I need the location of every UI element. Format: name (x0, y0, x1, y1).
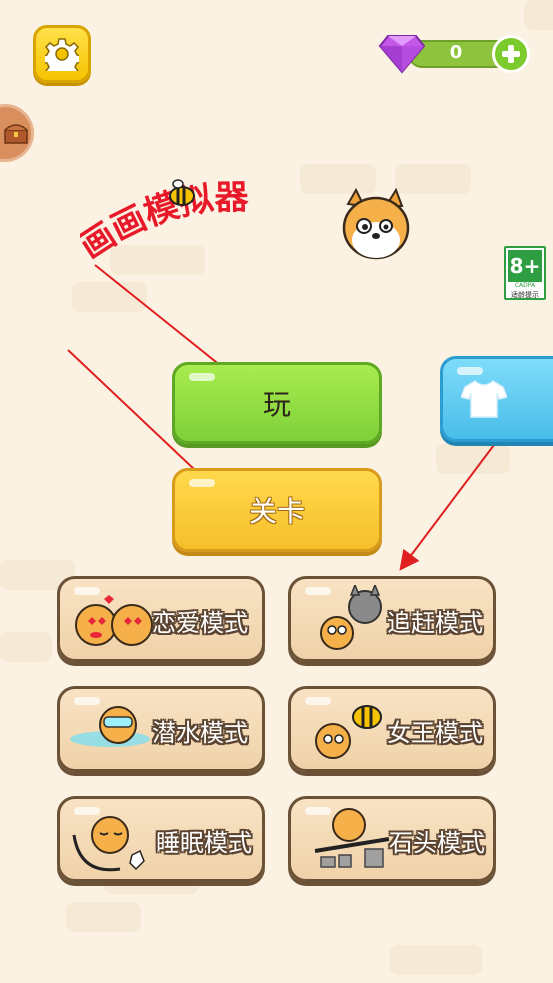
queen-mode-button[interactable]: 女王模式 (288, 686, 496, 772)
svg-text:画画模拟器: 画画模拟器 (80, 178, 250, 267)
logo-title-curve: 画画模拟器 (73, 178, 410, 267)
add-gems-button[interactable] (492, 35, 530, 73)
logo-title: 画画模拟器 (73, 178, 250, 267)
age-rating-badge: 8+ CADPA 适龄提示 (504, 246, 546, 300)
dive-mode-button[interactable]: 潜水模式 (57, 686, 265, 772)
chest-icon (4, 124, 28, 144)
stone-mode-label: 石头模式 (389, 829, 485, 857)
play-label: 玩 (262, 388, 291, 421)
play-button[interactable]: 玩 (172, 362, 382, 444)
button-shine (189, 479, 215, 487)
levels-button[interactable]: 关卡 (172, 468, 382, 552)
plus-icon (502, 45, 520, 63)
stone-mode-button[interactable]: 石头模式 (288, 796, 496, 882)
age-rating-caption: 适龄提示 (511, 291, 539, 299)
stone-doge-icon (314, 808, 390, 868)
background-brick (390, 945, 482, 975)
sleep-mode-button[interactable]: 睡眠模式 (57, 796, 265, 882)
gear-icon (45, 38, 79, 71)
background-brick (72, 282, 147, 312)
gem-counter: 0 (378, 35, 530, 74)
button-shine (457, 367, 483, 375)
doge-face-icon (342, 187, 410, 260)
settings-button[interactable] (33, 25, 91, 83)
dive-mode-label: 潜水模式 (152, 719, 248, 747)
levels-label: 关卡 (248, 495, 305, 528)
age-rating-org: CADPA (514, 282, 536, 289)
gem-icon (378, 35, 426, 74)
diving-doge-icon (70, 706, 150, 747)
queen-bee-doge-icon (315, 705, 382, 759)
sleeping-doge-icon (72, 816, 145, 872)
chase-mode-label: 追赶模式 (387, 609, 483, 637)
love-doge-icon (75, 595, 153, 646)
button-shine (189, 373, 215, 381)
age-rating-value: 8+ (508, 250, 542, 282)
chest-button[interactable] (0, 104, 34, 162)
background-brick (524, 0, 553, 30)
queen-mode-label: 女王模式 (387, 719, 483, 747)
sleep-mode-label: 睡眠模式 (156, 829, 252, 857)
love-mode-button[interactable]: 恋爱模式 (57, 576, 265, 662)
game-logo: 画画模拟器 (73, 170, 420, 270)
chase-mode-button[interactable]: 追赶模式 (288, 576, 496, 662)
background-brick (436, 444, 510, 474)
background-brick (0, 632, 52, 662)
tshirt-icon (461, 380, 507, 418)
gem-count: 0 (449, 42, 463, 63)
skins-button[interactable] (440, 356, 553, 442)
love-mode-label: 恋爱模式 (152, 609, 248, 637)
background-brick (66, 902, 141, 932)
chase-dog-icon (320, 585, 382, 650)
